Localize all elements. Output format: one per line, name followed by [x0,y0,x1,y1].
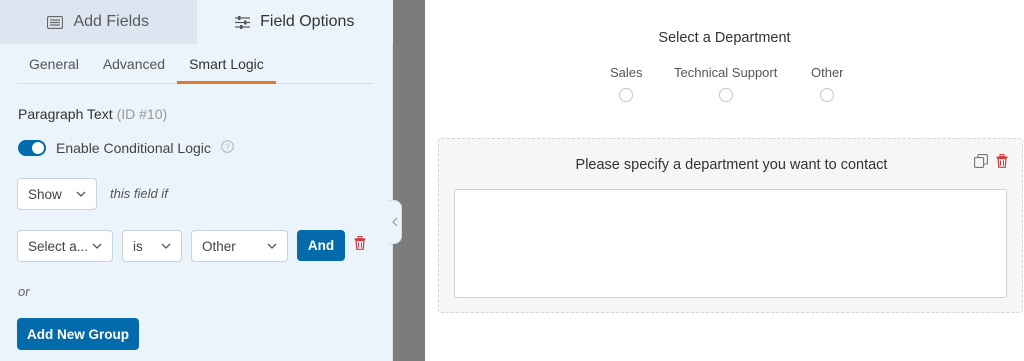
radio-button[interactable] [820,88,835,102]
tab-add-fields-label: Add Fields [73,13,150,30]
subtab-advanced[interactable]: Advanced [91,44,177,84]
conditional-logic-label: Enable Conditional Logic [56,140,211,156]
radio-option-sales[interactable]: Sales [610,65,643,102]
chevron-down-icon [92,243,102,249]
duplicate-icon[interactable] [974,154,988,171]
condition-suffix: this field if [110,186,168,201]
svg-text:?: ? [225,142,230,152]
panel-tabs: Add Fields Field Options [0,0,393,44]
tab-add-fields[interactable]: Add Fields [0,0,197,44]
field-heading: Paragraph Text (ID #10) [18,106,167,122]
radio-button[interactable] [718,88,733,102]
subtab-general[interactable]: General [17,44,91,84]
department-field-label: Select a Department [658,30,791,46]
form-preview: Select a Department Sales Technical Supp… [425,0,1024,361]
field-id: (ID #10) [116,106,168,122]
sliders-icon [235,15,251,29]
trash-icon[interactable] [996,154,1008,171]
action-select[interactable]: Show [17,178,97,210]
and-button[interactable]: And [297,230,345,261]
or-label: or [18,284,30,299]
chevron-down-icon [161,243,171,249]
paragraph-textarea[interactable] [454,189,1007,298]
tab-field-options-label: Field Options [260,13,355,30]
chevron-down-icon [76,191,86,197]
field-name: Paragraph Text [18,106,113,122]
action-select-value: Show [28,186,62,202]
radio-option-label: Technical Support [674,65,778,80]
conditional-logic-row: Enable Conditional Logic ? [18,140,234,156]
rule-field-select[interactable]: Select a... [17,230,113,262]
chevron-down-icon [267,243,277,249]
rule-operator-select[interactable]: is [122,230,182,262]
radio-option-other[interactable]: Other [811,65,844,102]
subtabs: General Advanced Smart Logic [17,44,373,84]
radio-button[interactable] [619,88,634,102]
radio-option-label: Sales [610,65,643,80]
radio-option-technical-support[interactable]: Technical Support [674,65,777,102]
rule-field-value: Select a... [28,238,89,254]
panel-divider [393,0,425,361]
paragraph-field-label: Please specify a department you want to … [575,157,888,173]
chevron-left-icon [391,214,398,230]
rule-value-select[interactable]: Other [191,230,288,262]
collapse-panel-handle[interactable] [388,200,402,244]
selected-field-card[interactable]: Please specify a department you want to … [438,138,1023,313]
list-icon [47,15,64,29]
field-actions [974,154,1008,171]
add-new-group-button[interactable]: Add New Group [17,318,139,350]
subtab-smart-logic[interactable]: Smart Logic [177,44,276,84]
rule-value-value: Other [202,238,236,254]
field-options-panel: Add Fields Field Options General Advance… [0,0,393,361]
conditional-logic-toggle[interactable] [18,140,46,156]
radio-option-label: Other [811,65,844,80]
tab-field-options[interactable]: Field Options [196,0,393,44]
rule-operator-value: is [133,238,143,254]
help-icon[interactable]: ? [221,140,234,156]
delete-rule-trash-icon[interactable] [354,236,366,253]
